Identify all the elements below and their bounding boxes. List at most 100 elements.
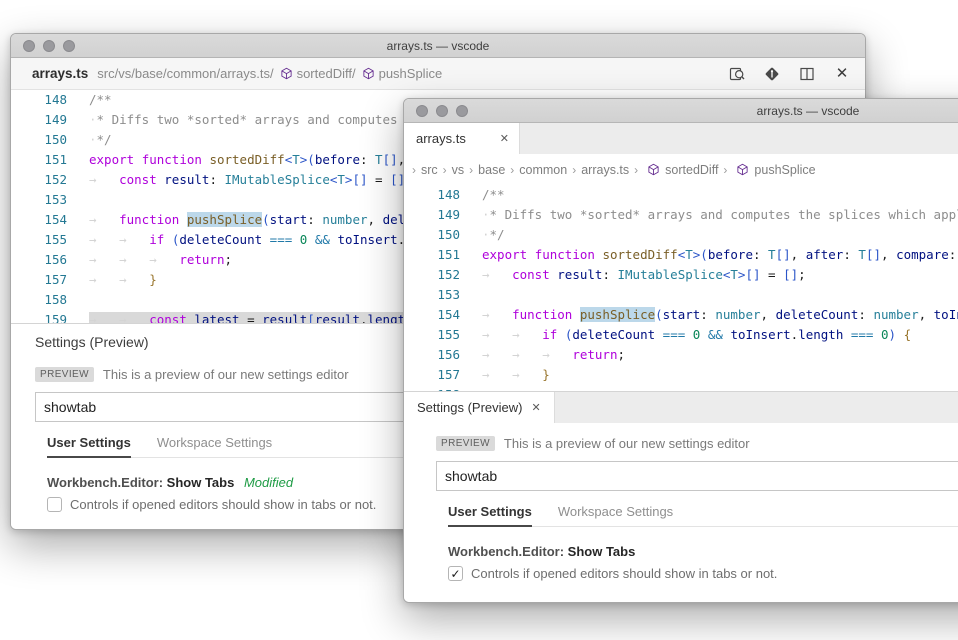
split-editor-icon[interactable] — [798, 65, 816, 83]
line-number: 158 — [11, 290, 67, 310]
chevron-right-icon: › — [443, 163, 447, 177]
chevron-right-icon: › — [469, 163, 473, 177]
preview-badge: PREVIEW — [436, 436, 495, 451]
code-line[interactable]: 151export function sortedDiff<T>(before:… — [404, 245, 958, 265]
file-name-label: arrays.ts — [32, 66, 88, 81]
line-number: 151 — [11, 150, 67, 170]
window-title: arrays.ts — vscode — [404, 99, 958, 123]
vscode-window-with-tabs: arrays.ts — vscode arrays.ts ✕ › src › v… — [403, 98, 958, 603]
line-number: 149 — [11, 110, 67, 130]
code-line[interactable]: 150·*/ — [404, 225, 958, 245]
symbol-label: sortedDiff/ — [297, 66, 356, 81]
window-title: arrays.ts — vscode — [11, 34, 865, 58]
code-editor[interactable]: 148/**149·* Diffs two *sorted* arrays an… — [404, 185, 958, 391]
code-line[interactable]: 156→ → → return; — [404, 345, 958, 365]
settings-preview-panel: PREVIEW This is a preview of our new set… — [404, 423, 958, 602]
line-number: 158 — [404, 385, 460, 391]
line-number: 156 — [404, 345, 460, 365]
tab-workspace-settings[interactable]: Workspace Settings — [558, 504, 673, 526]
breadcrumb-symbol[interactable]: sortedDiff — [643, 163, 718, 177]
line-number: 148 — [11, 90, 67, 110]
line-number: 159 — [11, 310, 67, 323]
line-number: 155 — [11, 230, 67, 250]
settings-search-input[interactable] — [436, 461, 958, 491]
line-number: 155 — [404, 325, 460, 345]
symbol-label: pushSplice — [754, 163, 815, 177]
line-number: 152 — [11, 170, 67, 190]
line-number: 152 — [404, 265, 460, 285]
tab-user-settings[interactable]: User Settings — [47, 435, 131, 458]
tab-label: arrays.ts — [416, 131, 466, 146]
modified-badge: Modified — [244, 475, 293, 490]
symbol-icon — [280, 67, 293, 80]
line-number: 154 — [11, 210, 67, 230]
breadcrumb-item[interactable]: base — [478, 163, 505, 177]
breadcrumb-item[interactable]: common — [519, 163, 567, 177]
breadcrumb-item[interactable]: vs — [452, 163, 465, 177]
breadcrumb: › src › vs › base › common › arrays.ts ›… — [404, 154, 958, 185]
editor-tab-strip: arrays.ts ✕ — [404, 123, 958, 154]
chevron-right-icon: › — [572, 163, 576, 177]
setting-name-label: Show Tabs — [167, 475, 235, 490]
line-number: 149 — [404, 205, 460, 225]
line-number: 154 — [404, 305, 460, 325]
preview-description: This is a preview of our new settings ed… — [504, 436, 750, 451]
editor-title-bar: arrays.ts src/vs/base/common/arrays.ts/ … — [11, 58, 865, 90]
show-tabs-checkbox-checked[interactable]: ✓ — [448, 566, 463, 581]
line-number: 148 — [404, 185, 460, 205]
open-changes-icon[interactable] — [763, 65, 781, 83]
symbol-icon — [647, 163, 660, 176]
symbol-label: sortedDiff — [665, 163, 718, 177]
setting-description: Controls if opened editors should show i… — [471, 566, 777, 581]
tab-user-settings[interactable]: User Settings — [448, 504, 532, 527]
tab-workspace-settings[interactable]: Workspace Settings — [157, 435, 272, 457]
code-line[interactable]: 158 — [404, 385, 958, 391]
chevron-right-icon: › — [634, 163, 638, 177]
show-tabs-checkbox-unchecked[interactable] — [47, 497, 62, 512]
setting-category-label: Workbench.Editor: — [448, 544, 564, 559]
line-number: 157 — [404, 365, 460, 385]
settings-tab-strip: Settings (Preview) ✕ — [404, 391, 958, 423]
line-number: 157 — [11, 270, 67, 290]
tab-label: Settings (Preview) — [417, 400, 522, 415]
titlebar[interactable]: arrays.ts — vscode — [404, 99, 958, 123]
file-path-breadcrumb[interactable]: src/vs/base/common/arrays.ts/ sortedDiff… — [97, 66, 442, 81]
chevron-right-icon: › — [510, 163, 514, 177]
breadcrumb-item[interactable]: arrays.ts — [581, 163, 629, 177]
setting-description: Controls if opened editors should show i… — [70, 497, 376, 512]
code-line[interactable]: 149·* Diffs two *sorted* arrays and comp… — [404, 205, 958, 225]
code-line[interactable]: 153 — [404, 285, 958, 305]
line-number: 153 — [404, 285, 460, 305]
line-number: 151 — [404, 245, 460, 265]
tab-settings-preview[interactable]: Settings (Preview) ✕ — [404, 392, 555, 423]
open-preview-icon[interactable] — [728, 65, 746, 83]
code-line[interactable]: 152→ const result: IMutableSplice<T>[] =… — [404, 265, 958, 285]
preview-badge: PREVIEW — [35, 367, 94, 382]
close-icon[interactable]: ✕ — [531, 401, 540, 414]
titlebar[interactable]: arrays.ts — vscode — [11, 34, 865, 58]
chevron-right-icon: › — [412, 163, 416, 177]
line-number: 153 — [11, 190, 67, 210]
line-number: 150 — [404, 225, 460, 245]
code-line[interactable]: 154→ function pushSplice(start: number, … — [404, 305, 958, 325]
breadcrumb-symbol[interactable]: pushSplice — [732, 163, 815, 177]
line-number: 150 — [11, 130, 67, 150]
code-line[interactable]: 148/** — [404, 185, 958, 205]
breadcrumb-item[interactable]: src — [421, 163, 438, 177]
symbol-icon — [362, 67, 375, 80]
preview-description: This is a preview of our new settings ed… — [103, 367, 349, 382]
chevron-right-icon: › — [723, 163, 727, 177]
close-icon[interactable]: ✕ — [500, 132, 509, 145]
close-icon[interactable]: ✕ — [833, 65, 851, 83]
symbol-icon — [736, 163, 749, 176]
line-number: 156 — [11, 250, 67, 270]
check-icon: ✓ — [450, 567, 460, 581]
code-line[interactable]: 157→ → } — [404, 365, 958, 385]
setting-show-tabs: Workbench.Editor: Show Tabs ✓ Controls i… — [448, 544, 958, 581]
setting-name-label: Show Tabs — [568, 544, 636, 559]
tab-arrays-ts[interactable]: arrays.ts ✕ — [404, 123, 520, 154]
code-line[interactable]: 155→ → if (deleteCount === 0 && toInsert… — [404, 325, 958, 345]
path-label: src/vs/base/common/arrays.ts/ — [97, 66, 273, 81]
setting-category-label: Workbench.Editor: — [47, 475, 163, 490]
symbol-label: pushSplice — [379, 66, 443, 81]
